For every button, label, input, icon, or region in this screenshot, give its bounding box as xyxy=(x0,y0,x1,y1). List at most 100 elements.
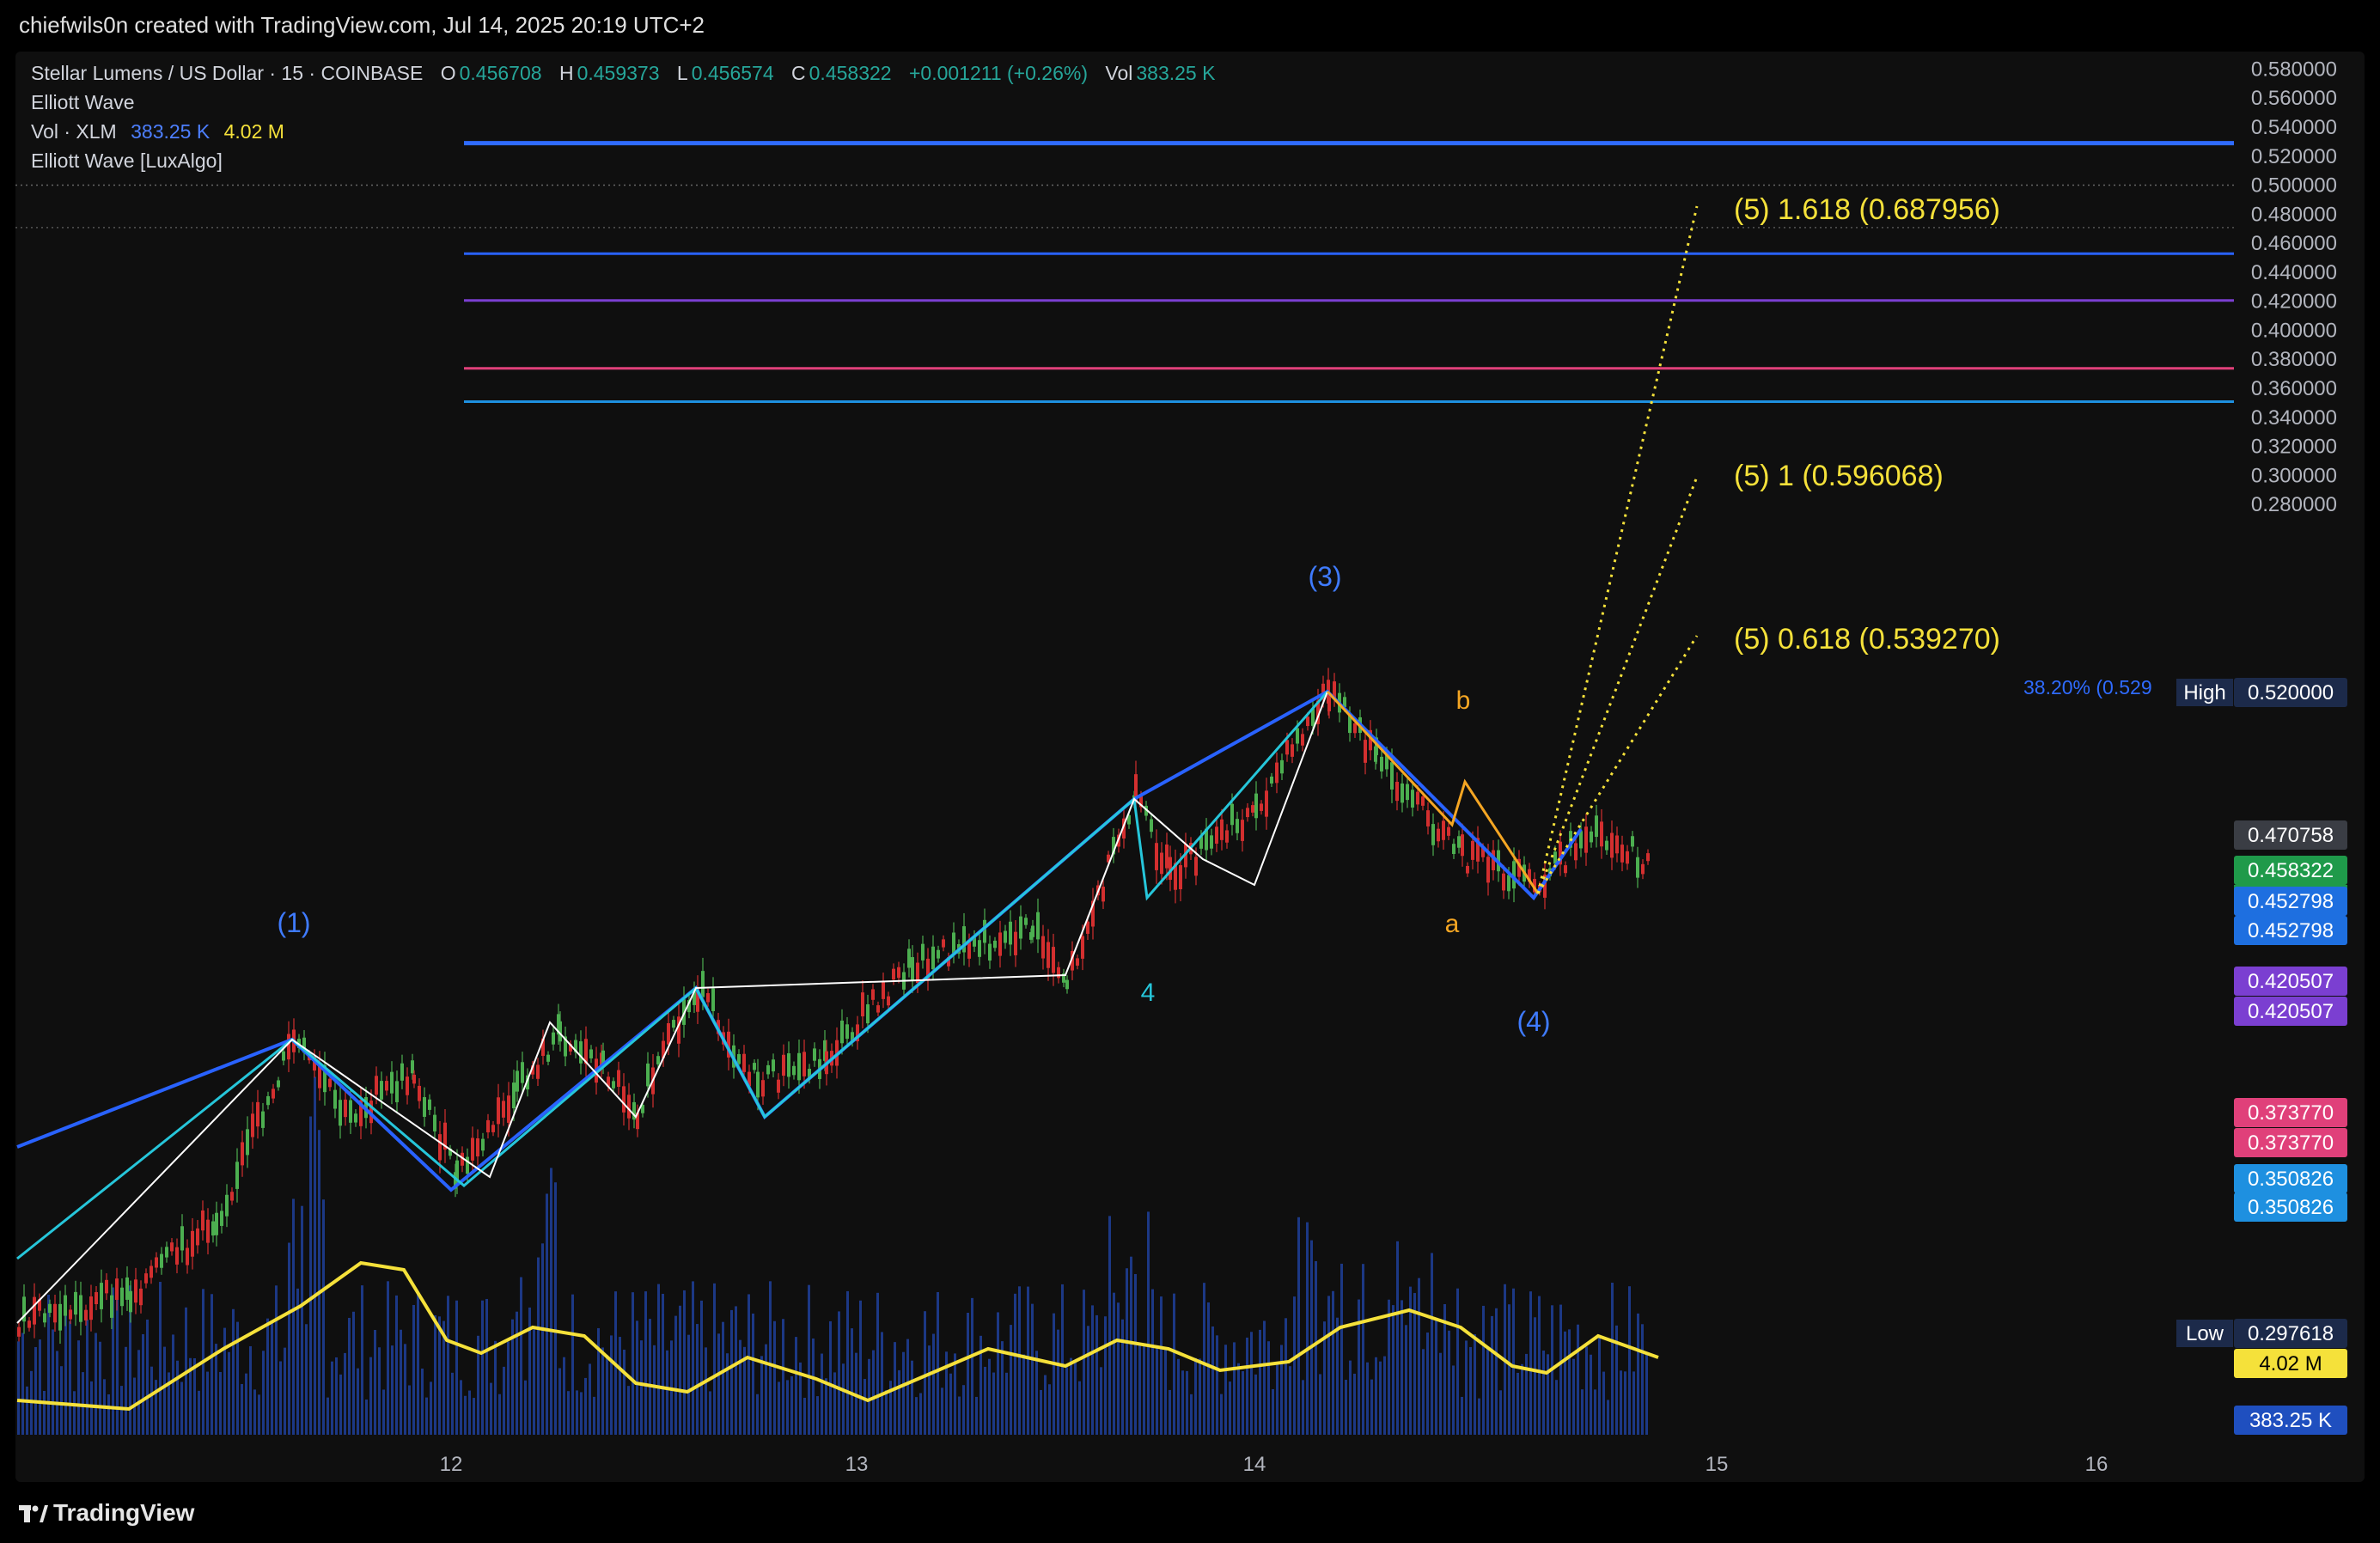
price-tick-label: 0.520000 xyxy=(2251,145,2337,168)
volume-bar xyxy=(601,1347,604,1435)
volume-bar xyxy=(1512,1288,1515,1435)
volume-bar xyxy=(1156,1346,1158,1435)
candle-body xyxy=(287,1034,290,1060)
candle-body xyxy=(1401,783,1404,803)
candle-body xyxy=(1102,887,1105,902)
tradingview-icon xyxy=(19,1501,48,1522)
volume-bar xyxy=(1289,1366,1291,1435)
candle-body xyxy=(1041,936,1045,959)
volume-bar xyxy=(1431,1253,1433,1435)
volume-bar xyxy=(1306,1222,1309,1435)
candle-body xyxy=(911,957,914,981)
price-tick-label: 0.280000 xyxy=(2251,493,2337,516)
candle-body xyxy=(1646,853,1650,862)
volume-bar xyxy=(1302,1380,1304,1435)
volume-bar xyxy=(1220,1394,1223,1435)
candle-body xyxy=(1215,826,1218,844)
volume-bar xyxy=(73,1391,76,1435)
tradingview-logo[interactable]: TradingView xyxy=(19,1499,194,1527)
volume-bar xyxy=(1418,1278,1420,1435)
candle-body xyxy=(1431,824,1435,845)
volume-bar xyxy=(937,1291,939,1435)
volume-bar xyxy=(1641,1324,1644,1435)
fib-level-label: 38.20% (0.529 xyxy=(2023,676,2152,698)
candle-body xyxy=(1275,762,1278,784)
volume-bar xyxy=(1624,1371,1626,1435)
candle-body xyxy=(672,1020,675,1028)
volume-bar xyxy=(739,1339,741,1435)
volume-bar xyxy=(1057,1329,1059,1435)
candle-body xyxy=(333,1089,337,1109)
volume-bar xyxy=(1572,1358,1575,1435)
volume-bar xyxy=(223,1327,226,1435)
indicator-elliott-wave[interactable]: Elliott Wave xyxy=(31,91,138,114)
indicator-volume[interactable]: Vol · XLM 383.25 K 4.02 M xyxy=(31,120,288,143)
volume-bar xyxy=(1254,1374,1257,1435)
candle-body xyxy=(277,1080,280,1088)
volume-bar xyxy=(365,1400,368,1435)
candle-body xyxy=(225,1194,229,1217)
chart-pane[interactable]: 0.7400000.7200000.7000000.6800000.660000… xyxy=(15,52,2365,1482)
symbol-name[interactable]: Stellar Lumens / US Dollar · 15 · COINBA… xyxy=(31,62,423,84)
volume-bar xyxy=(245,1373,247,1435)
candle-body xyxy=(1225,830,1229,843)
candle-body xyxy=(1014,931,1017,955)
volume-bar xyxy=(1590,1354,1592,1435)
candle-body xyxy=(761,1080,765,1097)
price-tag-value: 0.470758 xyxy=(2248,824,2334,847)
volume-bar xyxy=(1620,1370,1622,1435)
volume-bar xyxy=(773,1320,776,1435)
volume-bar xyxy=(1263,1320,1266,1435)
volume-bar xyxy=(1211,1326,1214,1435)
volume-bar xyxy=(1199,1358,1201,1435)
candle-body xyxy=(1280,759,1284,774)
volume-bar xyxy=(120,1386,123,1435)
volume-bar xyxy=(1426,1333,1429,1435)
volume-bar xyxy=(249,1345,252,1435)
volume-bar xyxy=(481,1300,484,1435)
indicator-luxalgo[interactable]: Elliott Wave [LuxAlgo] xyxy=(31,149,226,173)
candle-body xyxy=(79,1295,82,1322)
candle-body xyxy=(787,1052,790,1077)
candle-body xyxy=(349,1100,352,1123)
candle-body xyxy=(1285,740,1289,755)
candle-body xyxy=(466,1156,469,1174)
volume-bar xyxy=(1044,1375,1047,1435)
volume-bar xyxy=(516,1311,518,1435)
candle-body xyxy=(120,1287,124,1307)
chart-canvas[interactable]: 0.7400000.7200000.7000000.6800000.660000… xyxy=(15,52,2365,1482)
volume-bar xyxy=(662,1293,664,1435)
volume-bar xyxy=(1242,1371,1244,1435)
volume-bar xyxy=(941,1387,943,1435)
candle-body xyxy=(772,1059,775,1072)
wave-label-a: a xyxy=(1445,910,1460,938)
volume-bar xyxy=(1285,1318,1287,1435)
candle-body xyxy=(1486,857,1490,883)
candle-body xyxy=(1605,840,1608,851)
volume-bar xyxy=(215,1344,217,1435)
candle-body xyxy=(246,1129,249,1156)
volume-bar xyxy=(1005,1372,1008,1435)
volume-bar xyxy=(1396,1241,1399,1435)
volume-bar xyxy=(1143,1344,1145,1435)
volume-bar xyxy=(1632,1371,1635,1435)
volume-bar xyxy=(954,1353,956,1435)
volume-bar xyxy=(984,1366,986,1435)
candle-body xyxy=(1327,697,1331,711)
candle-body xyxy=(931,946,935,970)
candle-body xyxy=(882,981,885,999)
volume-bar xyxy=(318,1130,320,1435)
candle-body xyxy=(1615,835,1619,854)
volume-bar xyxy=(438,1316,441,1435)
volume-bar xyxy=(1065,1367,1068,1435)
candle-body xyxy=(1031,925,1034,937)
candle-body xyxy=(1395,782,1399,802)
volume-bar xyxy=(520,1277,522,1435)
candle-body xyxy=(235,1162,239,1189)
candle-body xyxy=(1416,791,1419,805)
candle-body xyxy=(58,1303,62,1331)
volume-bar xyxy=(851,1328,853,1435)
volume-bar xyxy=(421,1368,424,1435)
candle-body xyxy=(476,1137,479,1157)
volume-bar xyxy=(653,1345,656,1435)
